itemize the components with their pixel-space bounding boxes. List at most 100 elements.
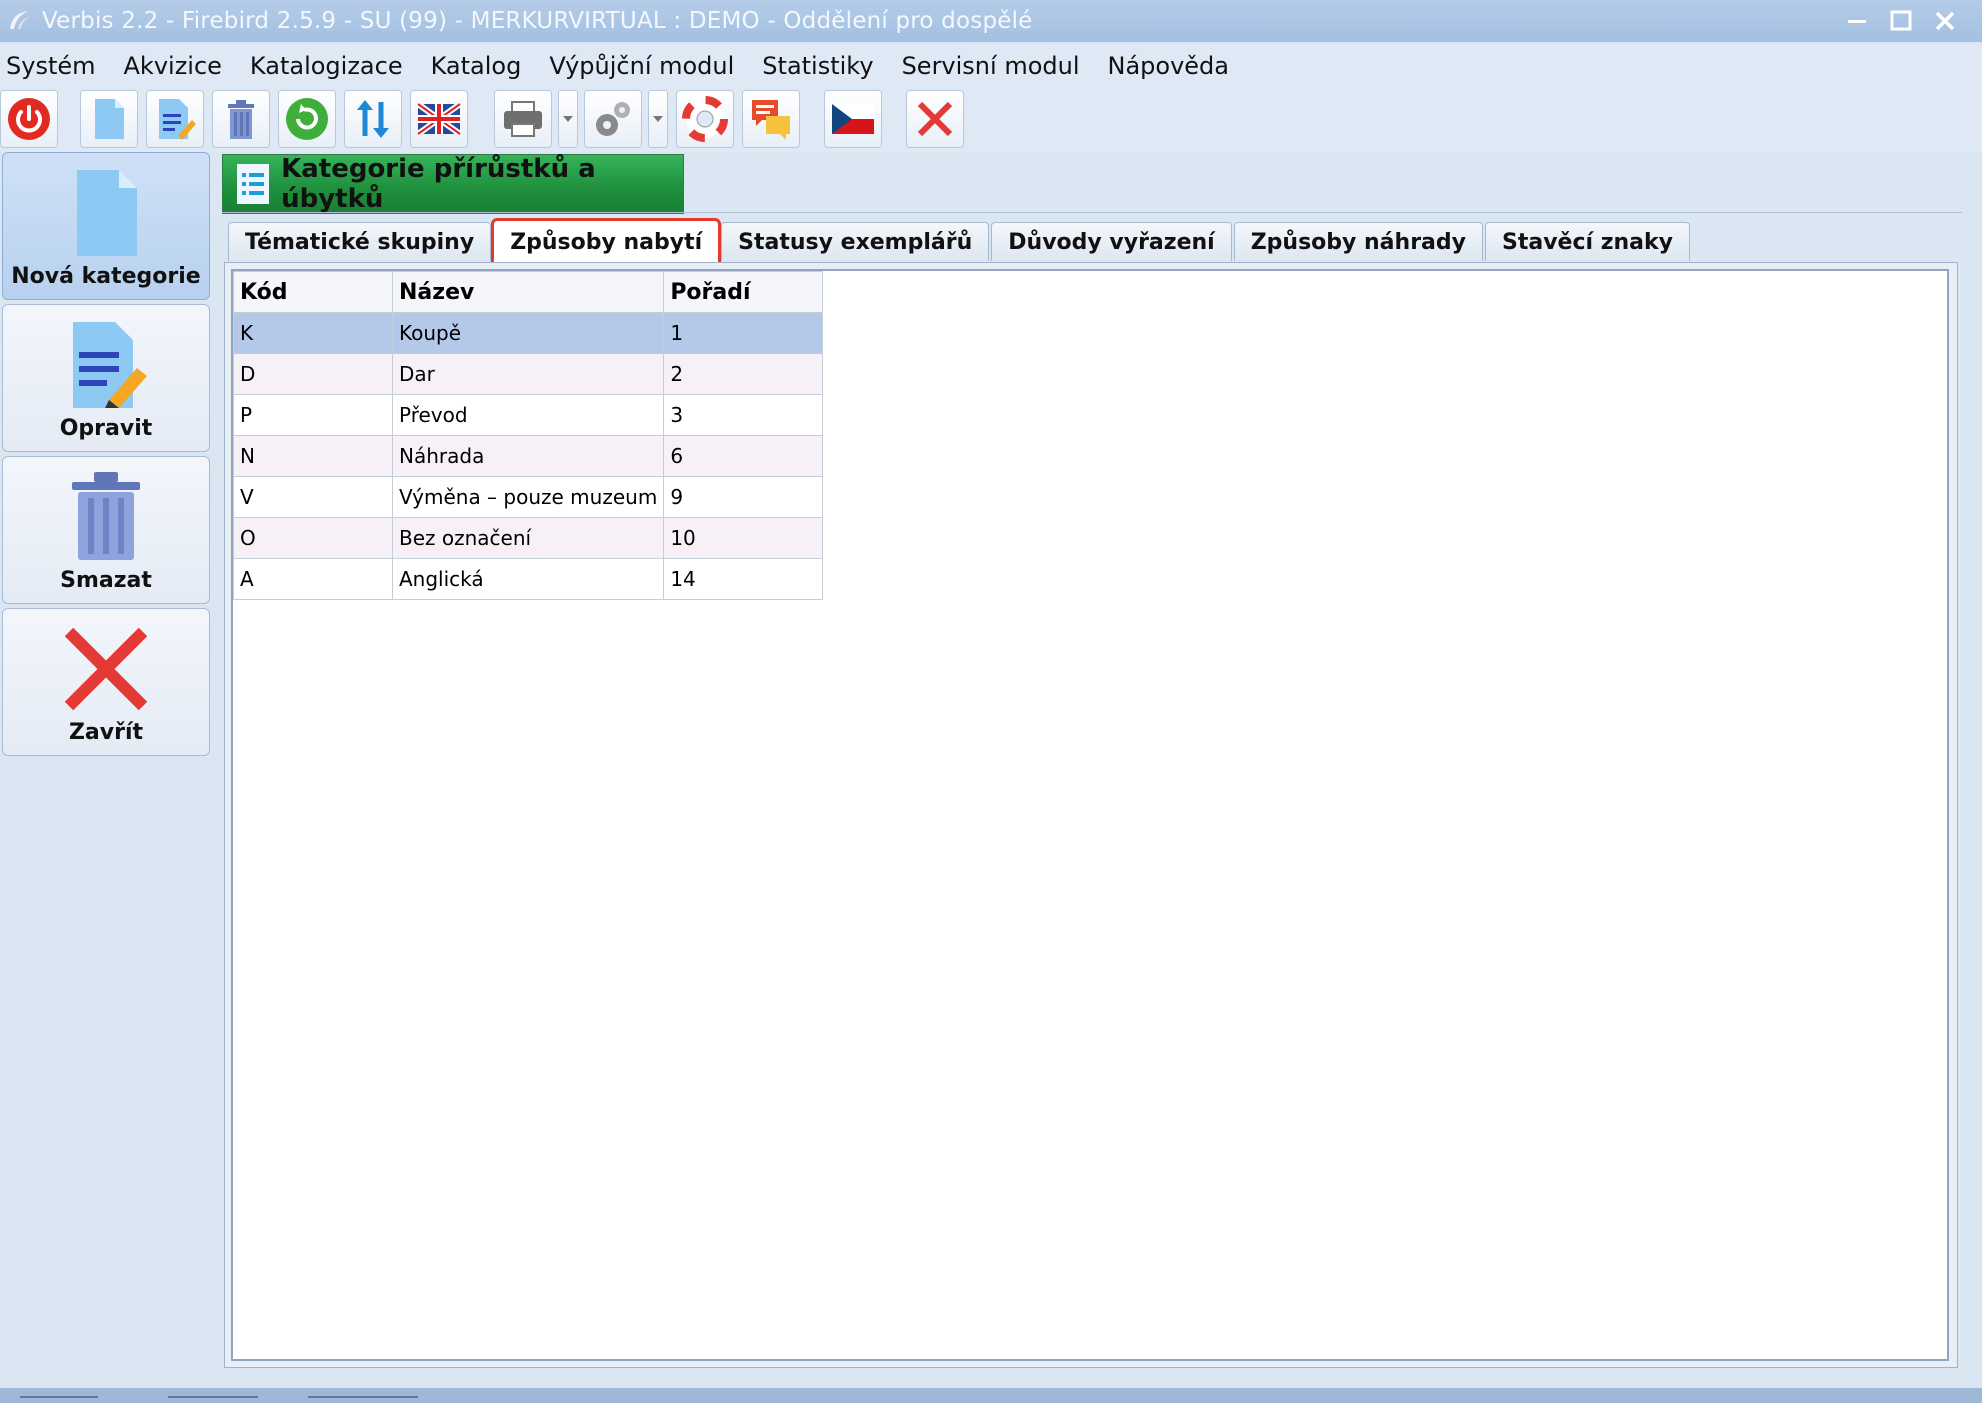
edit-document-icon bbox=[73, 322, 147, 408]
toolbar-power-button[interactable] bbox=[0, 90, 58, 148]
table-row[interactable]: V Výměna – pouze muzeum 9 bbox=[233, 476, 824, 518]
column-header-nazev[interactable]: Název bbox=[391, 271, 665, 313]
menu-katalogizace[interactable]: Katalogizace bbox=[236, 52, 417, 80]
cell-poradi[interactable]: 2 bbox=[663, 353, 824, 395]
sidebar: Nová kategorie Opravit Smazat Zavřít bbox=[0, 152, 214, 1392]
menu-akvizice[interactable]: Akvizice bbox=[110, 52, 236, 80]
new-category-label: Nová kategorie bbox=[11, 264, 201, 289]
main-panel: Kategorie přírůstků a úbytků Tématické s… bbox=[216, 152, 1968, 1374]
tab-zpusoby-nabyti[interactable]: Způsoby nabytí bbox=[491, 218, 722, 265]
table-row[interactable]: P Převod 3 bbox=[233, 394, 824, 436]
cell-nazev[interactable]: Koupě bbox=[391, 312, 665, 354]
cell-kod[interactable]: N bbox=[233, 435, 393, 477]
refresh-icon bbox=[286, 98, 328, 140]
close-button[interactable]: Zavřít bbox=[2, 608, 210, 756]
table-row[interactable]: A Anglická 14 bbox=[233, 558, 824, 600]
status-bar bbox=[0, 1388, 1982, 1403]
toolbar-settings-button[interactable] bbox=[584, 90, 642, 148]
acquisition-methods-table: Kód Název Pořadí K Koupě 1 D Dar 2 P Převod 3 N Ná… bbox=[233, 271, 824, 600]
menu-servisni-modul[interactable]: Servisní modul bbox=[888, 52, 1094, 80]
tab-stavaci-znaky[interactable]: Stavěcí znaky bbox=[1484, 222, 1690, 261]
category-tabs: Tématické skupiny Způsoby nabytí Statusy… bbox=[228, 218, 1692, 265]
lifebuoy-icon bbox=[682, 96, 728, 142]
toolbar-edit-button[interactable] bbox=[146, 90, 204, 148]
menu-statistiky[interactable]: Statistiky bbox=[748, 52, 887, 80]
status-bar-segment bbox=[168, 1396, 258, 1398]
cell-poradi[interactable]: 6 bbox=[663, 435, 824, 477]
list-icon bbox=[237, 164, 270, 204]
toolbar-language-en-button[interactable] bbox=[410, 90, 468, 148]
maximize-icon[interactable] bbox=[1884, 4, 1918, 38]
cell-kod[interactable]: O bbox=[233, 517, 393, 559]
toolbar-settings-dropdown[interactable] bbox=[648, 90, 668, 148]
status-bar-segment bbox=[308, 1396, 418, 1398]
cell-poradi[interactable]: 1 bbox=[663, 312, 824, 354]
cell-poradi[interactable]: 3 bbox=[663, 394, 824, 436]
toolbar-new-button[interactable] bbox=[80, 90, 138, 148]
cell-kod[interactable]: K bbox=[233, 312, 393, 354]
new-category-button[interactable]: Nová kategorie bbox=[2, 152, 210, 300]
toolbar-close-button[interactable] bbox=[906, 90, 964, 148]
app-logo-icon bbox=[10, 11, 30, 29]
cell-poradi[interactable]: 10 bbox=[663, 517, 824, 559]
table-header-row: Kód Název Pořadí bbox=[233, 271, 824, 313]
cell-nazev[interactable]: Dar bbox=[391, 353, 665, 395]
document-tab[interactable]: Kategorie přírůstků a úbytků bbox=[222, 154, 684, 214]
menu-napoveda[interactable]: Nápověda bbox=[1094, 52, 1244, 80]
title-bar: Verbis 2.2 - Firebird 2.5.9 - SU (99) - … bbox=[0, 0, 1982, 42]
toolbar-delete-button[interactable] bbox=[212, 90, 270, 148]
english-flag-icon bbox=[416, 101, 462, 137]
trash-icon bbox=[72, 472, 140, 560]
minimize-icon[interactable] bbox=[1840, 4, 1874, 38]
cell-nazev[interactable]: Náhrada bbox=[391, 435, 665, 477]
edit-document-icon bbox=[159, 99, 196, 140]
menu-vypujcni-modul[interactable]: Výpůjční modul bbox=[535, 52, 748, 80]
tab-tematicke-skupiny[interactable]: Tématické skupiny bbox=[228, 222, 492, 261]
toolbar-messages-button[interactable] bbox=[742, 90, 800, 148]
cell-nazev[interactable]: Výměna – pouze muzeum bbox=[391, 476, 665, 518]
cell-nazev[interactable]: Bez označení bbox=[391, 517, 665, 559]
document-tab-title: Kategorie přírůstků a úbytků bbox=[281, 154, 596, 214]
menu-katalog[interactable]: Katalog bbox=[417, 52, 536, 80]
cell-nazev[interactable]: Anglická bbox=[391, 558, 665, 600]
trash-icon bbox=[228, 100, 254, 139]
cell-kod[interactable]: A bbox=[233, 558, 393, 600]
printer-icon bbox=[504, 101, 542, 137]
cell-nazev[interactable]: Převod bbox=[391, 394, 665, 436]
table-row[interactable]: N Náhrada 6 bbox=[233, 435, 824, 477]
chat-icon bbox=[752, 100, 790, 140]
toolbar-refresh-button[interactable] bbox=[278, 90, 336, 148]
dropdown-arrow-icon bbox=[563, 116, 573, 122]
cell-poradi[interactable]: 9 bbox=[663, 476, 824, 518]
toolbar-sort-button[interactable] bbox=[344, 90, 402, 148]
dropdown-arrow-icon bbox=[653, 116, 663, 122]
czech-flag-icon bbox=[832, 104, 874, 134]
power-icon bbox=[8, 98, 50, 140]
table-row[interactable]: O Bez označení 10 bbox=[233, 517, 824, 559]
new-document-icon bbox=[95, 99, 124, 139]
cell-kod[interactable]: P bbox=[233, 394, 393, 436]
table-row[interactable]: K Koupě 1 bbox=[233, 312, 824, 354]
data-grid[interactable]: Kód Název Pořadí K Koupě 1 D Dar 2 P Převod 3 N Ná… bbox=[231, 269, 1949, 1361]
edit-button[interactable]: Opravit bbox=[2, 304, 210, 452]
toolbar-print-button[interactable] bbox=[494, 90, 552, 148]
tab-statusy-exemplaru[interactable]: Statusy exemplářů bbox=[721, 222, 990, 261]
gear-icon bbox=[596, 102, 630, 136]
table-row[interactable]: D Dar 2 bbox=[233, 353, 824, 395]
tab-zpusoby-nahrady[interactable]: Způsoby náhrady bbox=[1233, 222, 1483, 261]
toolbar-language-cz-button[interactable] bbox=[824, 90, 882, 148]
tab-duvody-vyrazeni[interactable]: Důvody vyřazení bbox=[991, 222, 1232, 261]
toolbar bbox=[0, 88, 1982, 152]
toolbar-print-dropdown[interactable] bbox=[558, 90, 578, 148]
cell-kod[interactable]: D bbox=[233, 353, 393, 395]
window-title: Verbis 2.2 - Firebird 2.5.9 - SU (99) - … bbox=[42, 8, 1033, 34]
menu-system[interactable]: Systém bbox=[0, 52, 110, 80]
cell-kod[interactable]: V bbox=[233, 476, 393, 518]
delete-button[interactable]: Smazat bbox=[2, 456, 210, 604]
window-close-icon[interactable] bbox=[1928, 4, 1962, 38]
cell-poradi[interactable]: 14 bbox=[663, 558, 824, 600]
column-header-kod[interactable]: Kód bbox=[233, 271, 393, 313]
status-bar-segment bbox=[20, 1396, 98, 1398]
toolbar-help-button[interactable] bbox=[676, 90, 734, 148]
column-header-poradi[interactable]: Pořadí bbox=[663, 271, 824, 313]
